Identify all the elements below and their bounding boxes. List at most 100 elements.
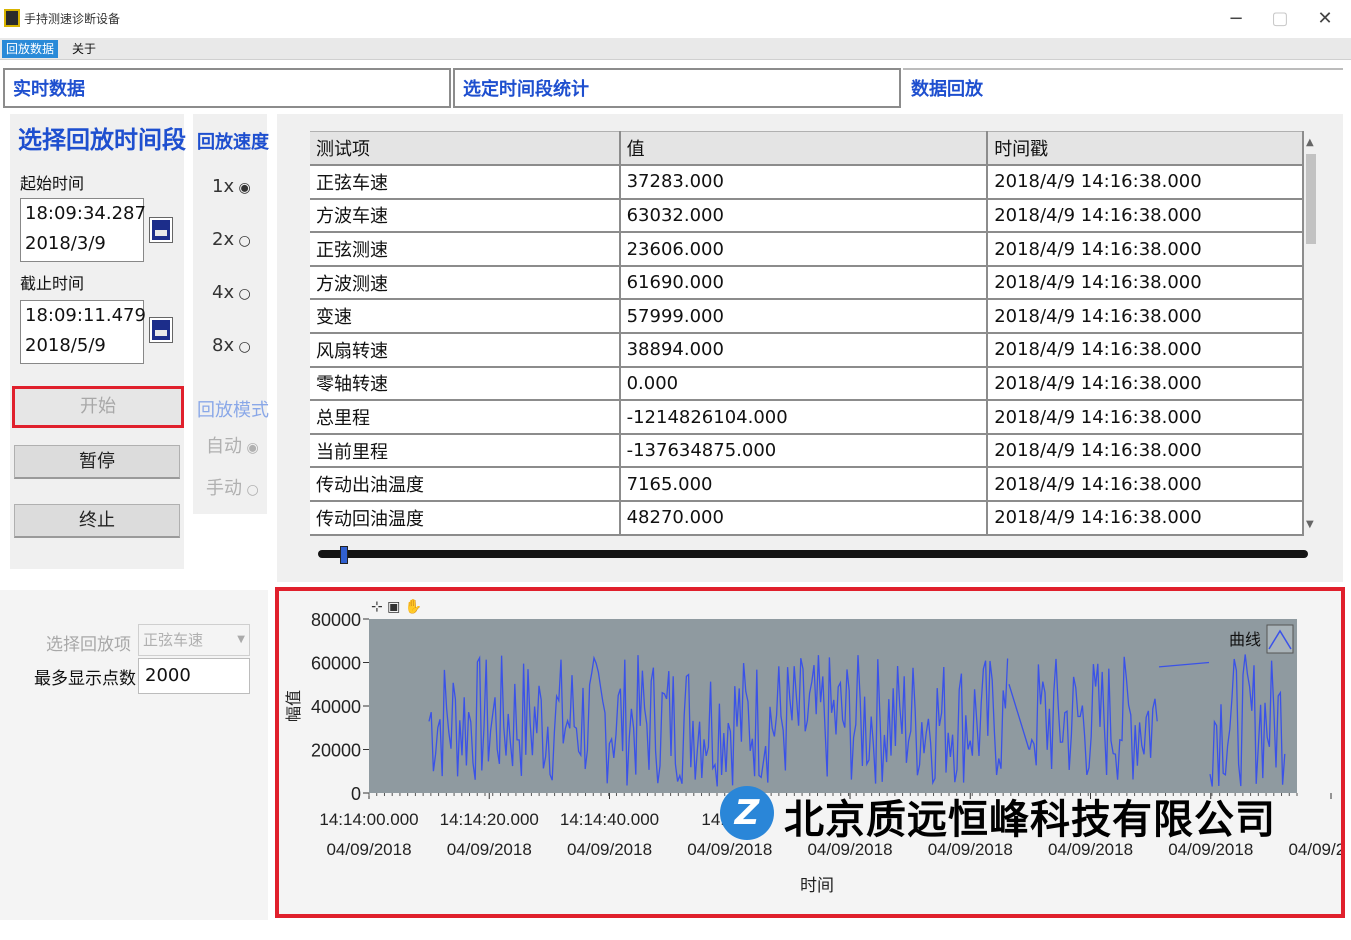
- table-cell: 2018/4/9 14:16:38.000: [987, 232, 1304, 267]
- table-row[interactable]: 当前里程 -137634875.000 2018/4/9 14:16:38.000: [310, 433, 1304, 469]
- speed-title: 回放速度: [197, 132, 269, 153]
- waveform-chart: 80000 60000 40000 20000 0 幅值 14:14:00.000 04/09…: [284, 598, 1341, 896]
- start-button[interactable]: 开始: [12, 386, 184, 428]
- speed-option-label: 1x: [212, 176, 235, 197]
- minimize-button[interactable]: −: [1216, 6, 1256, 32]
- menu-item-about[interactable]: 关于: [68, 40, 100, 58]
- replay-item-select[interactable]: 正弦车速 ▼: [138, 624, 250, 656]
- table-row[interactable]: 正弦测速 23606.000 2018/4/9 14:16:38.000: [310, 232, 1304, 267]
- x-tick-time-label: 14:14:00.000: [319, 810, 418, 829]
- scroll-thumb[interactable]: [1306, 154, 1316, 244]
- chart-tools-icon: ⊹ ▣ ✋: [371, 598, 422, 615]
- mode-option-label: 自动: [206, 436, 242, 457]
- stop-button[interactable]: 终止: [14, 504, 180, 538]
- table-row[interactable]: 方波车速 63032.000 2018/4/9 14:16:38.000: [310, 198, 1304, 234]
- speed-option-8x[interactable]: 8x ○: [212, 335, 251, 356]
- y-tick-label: 60000: [311, 654, 361, 674]
- speed-option-2x[interactable]: 2x ○: [212, 229, 251, 250]
- legend-swatch: [1266, 624, 1294, 654]
- y-tick-label: 20000: [311, 741, 361, 761]
- calendar-icon[interactable]: [149, 317, 173, 343]
- table-row[interactable]: 方波测速 61690.000 2018/4/9 14:16:38.000: [310, 265, 1304, 301]
- scroll-up-icon[interactable]: ▲: [1306, 137, 1314, 148]
- chevron-down-icon: ▼: [237, 634, 245, 645]
- mode-option-auto[interactable]: 自动 ◉: [206, 432, 259, 458]
- table-cell: 总里程: [310, 400, 621, 435]
- table-cell: 2018/4/9 14:16:38.000: [987, 400, 1304, 435]
- end-time-field[interactable]: 18:09:11.479 2018/5/9: [20, 300, 146, 364]
- y-tick-label: 40000: [311, 697, 361, 717]
- tab-period-statistics[interactable]: 选定时间段统计: [453, 68, 901, 108]
- table-row[interactable]: 传动出油温度 7165.000 2018/4/9 14:16:38.000: [310, 467, 1304, 503]
- speed-option-label: 2x: [212, 229, 235, 250]
- speed-option-label: 4x: [212, 282, 235, 303]
- mode-option-label: 手动: [206, 478, 242, 499]
- table-cell: 正弦测速: [310, 232, 621, 267]
- menu-bar: [0, 38, 1351, 60]
- table-cell: 零轴转速: [310, 366, 621, 402]
- replay-item-value: 正弦车速: [143, 631, 204, 649]
- radio-selected-icon: ◉: [242, 440, 259, 456]
- calendar-icon[interactable]: [149, 217, 173, 243]
- table-cell: 37283.000: [619, 165, 989, 200]
- table-row[interactable]: 风扇转速 38894.000 2018/4/9 14:16:38.000: [310, 333, 1304, 368]
- scroll-down-icon[interactable]: ▼: [1306, 519, 1314, 530]
- start-time-field[interactable]: 18:09:34.287 2018/3/9: [20, 198, 146, 262]
- table-cell: 正弦车速: [310, 165, 621, 200]
- radio-empty-icon: ○: [234, 339, 251, 355]
- start-date-value: 2018/3/9: [25, 233, 106, 254]
- radio-empty-icon: ○: [242, 482, 259, 498]
- radio-empty-icon: ○: [234, 286, 251, 302]
- x-axis-label: 时间: [800, 876, 834, 896]
- table-cell: 2018/4/9 14:16:38.000: [987, 198, 1304, 234]
- x-tick-date-label: 04/09/2018: [447, 840, 532, 859]
- table-row[interactable]: 总里程 -1214826104.000 2018/4/9 14:16:38.000: [310, 400, 1304, 435]
- watermark-text: 北京质远恒峰科技有限公司: [784, 797, 1276, 843]
- column-header: 值: [619, 131, 989, 167]
- tab-data-replay[interactable]: 数据回放: [903, 68, 1343, 108]
- table-cell: 38894.000: [619, 333, 989, 368]
- table-cell: 方波车速: [310, 198, 621, 234]
- max-points-input[interactable]: 2000: [138, 658, 250, 694]
- x-tick-time-label: 14:14:40.000: [560, 810, 659, 829]
- end-date-value: 2018/5/9: [25, 335, 106, 356]
- table-row[interactable]: 零轴转速 0.000 2018/4/9 14:16:38.000: [310, 366, 1304, 402]
- tab-realtime-data[interactable]: 实时数据: [3, 68, 451, 108]
- mode-option-manual[interactable]: 手动 ○: [206, 474, 259, 500]
- speed-option-4x[interactable]: 4x ○: [212, 282, 251, 303]
- table-cell: 0.000: [619, 366, 989, 402]
- table-cell: 传动回油温度: [310, 501, 621, 536]
- table-cell: 2018/4/9 14:16:38.000: [987, 165, 1304, 200]
- speed-option-1x[interactable]: 1x ◉: [212, 176, 251, 197]
- range-title: 选择回放时间段: [18, 126, 186, 154]
- x-tick-date-label: 04/09/2018: [326, 840, 411, 859]
- column-header: 测试项: [310, 131, 621, 167]
- table-cell: 7165.000: [619, 467, 989, 503]
- pause-button[interactable]: 暂停: [14, 445, 180, 479]
- menu-item-replay-data[interactable]: 回放数据: [2, 40, 59, 58]
- table-cell: 风扇转速: [310, 333, 621, 368]
- table-cell: 23606.000: [619, 232, 989, 267]
- table-cell: 61690.000: [619, 265, 989, 301]
- column-header: 时间戳: [987, 131, 1304, 167]
- maximize-button[interactable]: ▢: [1260, 6, 1300, 32]
- table-cell: 57999.000: [619, 299, 989, 335]
- y-axis-label: 幅值: [284, 690, 303, 722]
- table-row[interactable]: 传动回油温度 48270.000 2018/4/9 14:16:38.000: [310, 501, 1304, 536]
- max-points-label: 最多显示点数: [34, 669, 136, 689]
- table-cell: -1214826104.000: [619, 400, 989, 435]
- table-row[interactable]: 变速 57999.000 2018/4/9 14:16:38.000: [310, 299, 1304, 335]
- speed-option-label: 8x: [212, 335, 235, 356]
- start-time-value: 18:09:34.287: [25, 203, 146, 224]
- timeline-slider-handle[interactable]: [340, 546, 348, 564]
- table-cell: 2018/4/9 14:16:38.000: [987, 333, 1304, 368]
- table-row[interactable]: 正弦车速 37283.000 2018/4/9 14:16:38.000: [310, 165, 1304, 200]
- x-tick-date-label: 04/09/2018: [1288, 840, 1341, 859]
- close-button[interactable]: ✕: [1305, 6, 1345, 32]
- timeline-slider[interactable]: [318, 550, 1308, 558]
- x-tick-date-label: 04/09/2018: [567, 840, 652, 859]
- x-tick-date-label: 04/09/2018: [687, 840, 772, 859]
- table-cell: 48270.000: [619, 501, 989, 536]
- table-cell: 2018/4/9 14:16:38.000: [987, 366, 1304, 402]
- replay-item-label: 选择回放项: [46, 635, 131, 655]
